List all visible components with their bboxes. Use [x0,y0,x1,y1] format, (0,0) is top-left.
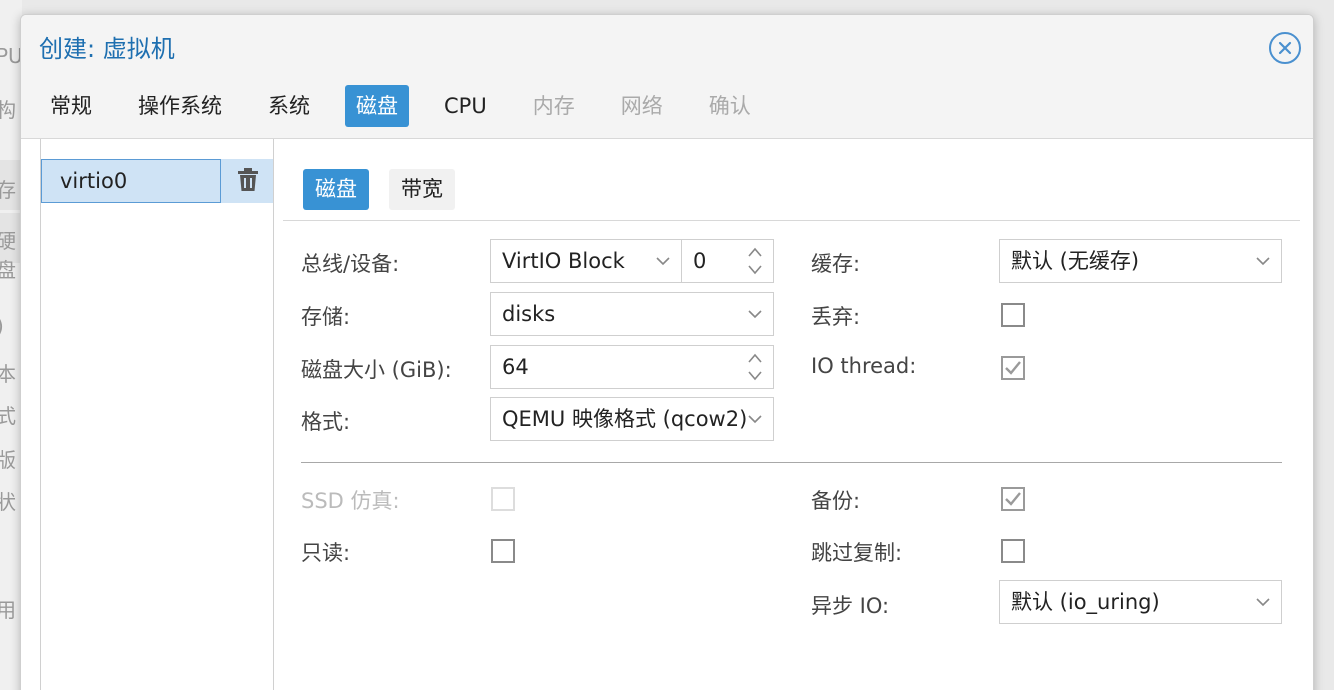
storage-value: disks [502,302,556,326]
io-thread-checkbox[interactable] [1001,356,1025,380]
tab-system[interactable]: 系统 [257,85,321,127]
backup-checkbox[interactable] [1001,487,1025,511]
chevron-down-icon[interactable] [747,293,763,335]
bg-text: 状 [0,490,16,514]
wizard-tabs: 常规 操作系统 系统 磁盘 CPU 内存 网络 确认 [39,85,786,127]
dialog-title: 创建: 虚拟机 [39,35,175,63]
close-icon[interactable] [1269,32,1301,64]
disk-size-label: 磁盘大小 (GiB): [301,358,452,382]
skip-replication-checkbox[interactable] [1001,539,1025,563]
read-only-label: 只读: [301,541,351,565]
io-thread-label: IO thread: [811,354,917,378]
bus-select[interactable]: VirtIO Block [490,239,682,283]
disk-size-value: 64 [502,355,529,379]
format-value: QEMU 映像格式 (qcow2) [502,407,748,431]
disk-item-label[interactable]: virtio0 [41,159,221,203]
disk-list-pane: virtio0 [40,139,274,690]
disk-size-input[interactable]: 64 [490,345,774,389]
chevron-down-icon[interactable] [655,240,671,282]
cache-select[interactable]: 默认 (无缓存) [999,239,1282,283]
bg-text: ) [0,314,4,338]
tab-disks[interactable]: 磁盘 [345,85,409,127]
bg-text: PU [0,44,22,68]
chevron-down-icon[interactable] [747,398,773,440]
dialog-header: 创建: 虚拟机 常规 操作系统 系统 磁盘 CPU 内存 网络 确认 [21,15,1313,139]
tab-general[interactable]: 常规 [39,85,103,127]
bg-text: 硬盘 [0,229,16,282]
ssd-emulation-checkbox [491,487,515,511]
storage-label: 存储: [301,305,351,329]
bus-value: VirtIO Block [502,249,625,273]
async-io-value: 默认 (io_uring) [1011,590,1160,614]
discard-label: 丢弃: [811,305,861,329]
cache-label: 缓存: [811,252,861,276]
bus-device-label: 总线/设备: [301,252,400,276]
cache-value: 默认 (无缓存) [1011,249,1140,273]
bg-text: 版 [0,448,16,472]
checkmark-icon [1005,492,1021,506]
checkmark-icon [1005,361,1021,375]
device-value: 0 [693,249,707,273]
background-page: PU 构 存 硬盘 ) 本 式 版 状 用 [0,0,22,690]
tab-disk[interactable]: 磁盘 [303,169,369,210]
disk-list-item[interactable]: virtio0 [41,159,273,203]
format-select[interactable]: QEMU 映像格式 (qcow2) [490,397,774,441]
disk-sub-tabs: 磁盘 带宽 [303,169,475,210]
device-number-spinner[interactable]: 0 [681,239,774,283]
async-io-label: 异步 IO: [811,594,890,618]
bg-text: 用 [0,598,16,622]
storage-select[interactable]: disks [490,292,774,336]
section-divider [301,462,1282,463]
spinner-arrows-icon[interactable] [747,246,763,276]
bg-text: 式 [0,404,16,428]
spinner-arrows-icon[interactable] [747,352,763,382]
trash-icon[interactable] [237,167,259,193]
bg-text: 存 [0,178,16,202]
chevron-down-icon[interactable] [1255,240,1271,282]
chevron-down-icon[interactable] [1255,581,1271,623]
skip-replication-label: 跳过复制: [811,541,903,565]
tab-network: 网络 [620,94,663,118]
create-vm-dialog: 创建: 虚拟机 常规 操作系统 系统 磁盘 CPU 内存 网络 确认 virti… [20,14,1314,690]
read-only-checkbox[interactable] [491,539,515,563]
backup-label: 备份: [811,489,861,513]
async-io-select[interactable]: 默认 (io_uring) [999,580,1282,624]
tab-bandwidth[interactable]: 带宽 [389,169,455,210]
ssd-emulation-label: SSD 仿真: [301,489,400,513]
tab-cpu[interactable]: CPU [433,85,498,127]
bg-text: 本 [0,362,16,386]
bg-text: 构 [0,98,16,122]
tab-memory: 内存 [532,94,575,118]
tab-confirm: 确认 [708,94,751,118]
discard-checkbox[interactable] [1001,303,1025,327]
x-icon [1278,41,1292,55]
format-label: 格式: [301,410,351,434]
tab-os[interactable]: 操作系统 [127,85,233,127]
sub-tab-separator [283,220,1300,221]
